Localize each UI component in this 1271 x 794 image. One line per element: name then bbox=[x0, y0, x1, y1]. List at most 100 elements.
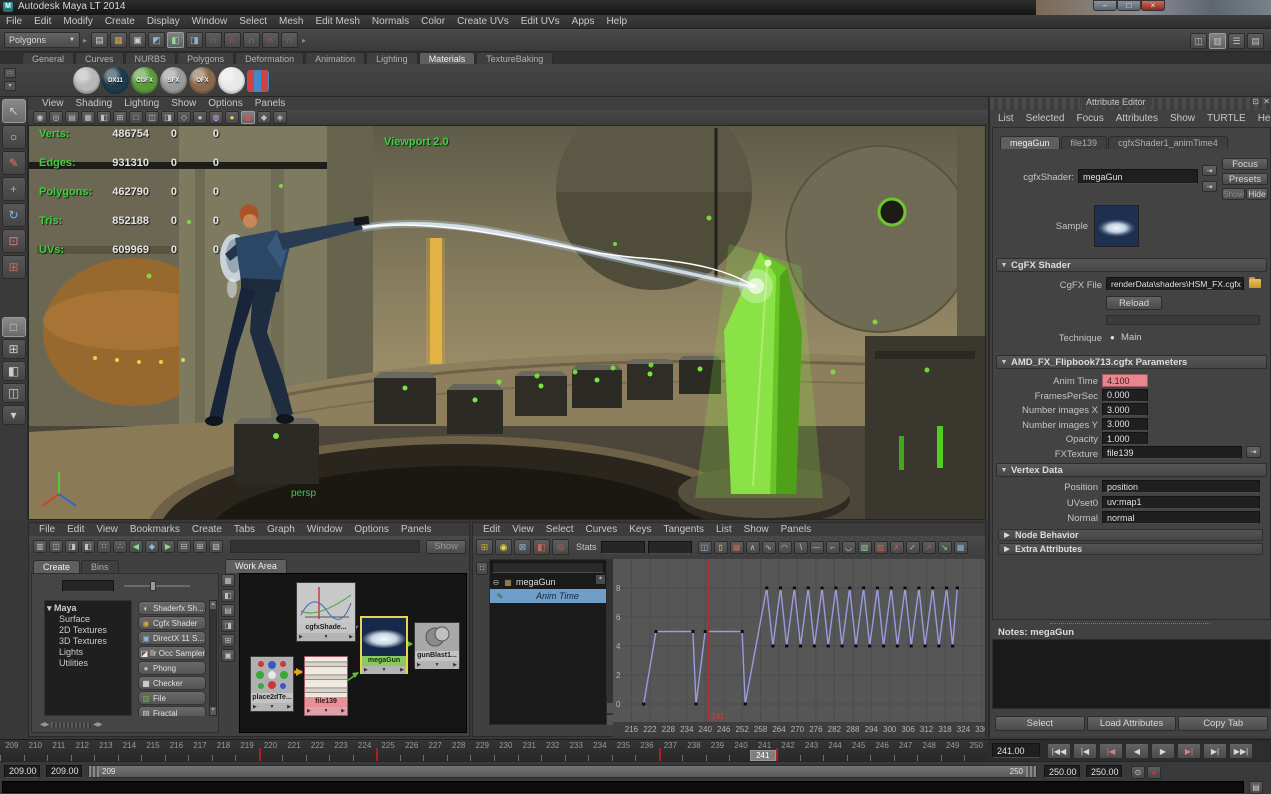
section-cgfx-shader[interactable]: ▼ CgFX Shader bbox=[996, 258, 1267, 272]
standard-material-icon[interactable] bbox=[73, 67, 100, 94]
animation-curve-graph[interactable]: 8 6 4 2 0 216 222 228 234 240 246 252 258 264 270 276 28… bbox=[613, 559, 989, 737]
fxtexture-connection-button[interactable]: ⇥ bbox=[1246, 446, 1261, 458]
range-bar[interactable]: 209 250 bbox=[88, 765, 1037, 778]
frame-cell-228[interactable]: 228 bbox=[446, 740, 471, 762]
menu-main-modify[interactable]: Modify bbox=[57, 15, 98, 28]
clamped-tangents-icon[interactable]: ◠ bbox=[777, 540, 792, 554]
shelf-tab-general[interactable]: General bbox=[22, 51, 75, 65]
isolate-select-icon[interactable]: ▣ bbox=[241, 111, 255, 124]
frame-cell-239[interactable]: 239 bbox=[705, 740, 730, 762]
resolution-gate-icon[interactable]: ◫ bbox=[145, 111, 159, 124]
menu-grapheditor-show[interactable]: Show bbox=[738, 523, 775, 536]
custom-layout-icon[interactable]: ▾ bbox=[1, 405, 26, 425]
position-field[interactable]: position bbox=[1102, 480, 1260, 493]
play-backwards-button[interactable]: ◀ bbox=[1125, 743, 1149, 759]
menu-attredit-turtle[interactable]: TURTLE bbox=[1201, 112, 1252, 125]
plateau-tangents-icon[interactable]: ◡ bbox=[841, 540, 856, 554]
show-utilities-icon[interactable]: ▣ bbox=[221, 649, 235, 662]
insert-keys-tool-icon[interactable]: ◉ bbox=[495, 539, 512, 555]
menu-main-create[interactable]: Create bbox=[99, 15, 141, 28]
show-materials-icon[interactable]: ◨ bbox=[221, 619, 235, 632]
close-icon[interactable]: ✕ bbox=[1263, 97, 1270, 106]
menu-grapheditor-tangents[interactable]: Tangents bbox=[657, 523, 710, 536]
frame-cell-210[interactable]: 210 bbox=[23, 740, 48, 762]
swatches-small-icon[interactable]: ◫ bbox=[49, 540, 63, 553]
sort-alphabetically-icon[interactable]: ∷ bbox=[97, 540, 111, 553]
menu-grapheditor-keys[interactable]: Keys bbox=[623, 523, 657, 536]
lasso-select-tool-icon[interactable]: ○ bbox=[1, 125, 26, 149]
save-scene-icon[interactable]: ▣ bbox=[129, 32, 147, 48]
close-button[interactable]: × bbox=[1141, 0, 1165, 11]
menu-grapheditor-select[interactable]: Select bbox=[540, 523, 580, 536]
textured-mode-icon[interactable]: ◍ bbox=[209, 111, 223, 124]
wireframe-mode-icon[interactable]: ◇ bbox=[177, 111, 191, 124]
create-fractal-button[interactable]: ▨ Fractal bbox=[138, 706, 206, 716]
frame-cell-214[interactable]: 214 bbox=[117, 740, 142, 762]
menu-main-select[interactable]: Select bbox=[233, 15, 273, 28]
frame-cell-238[interactable]: 238 bbox=[682, 740, 706, 762]
create-ilr-occ-sampler-button[interactable]: ◪ Ilr Occ Sampler bbox=[138, 646, 206, 660]
frame-cell-242[interactable]: 242 bbox=[776, 740, 800, 762]
film-gate-icon[interactable]: □ bbox=[129, 111, 143, 124]
hide-button[interactable]: Hide bbox=[1246, 188, 1268, 200]
select-camera-icon[interactable]: ◉ bbox=[33, 111, 47, 124]
stats-frame-field[interactable] bbox=[600, 540, 645, 554]
menu-hypershade-create[interactable]: Create bbox=[186, 523, 228, 536]
menu-main-color[interactable]: Color bbox=[415, 15, 451, 28]
step-tangents-icon[interactable]: ⌐ bbox=[825, 540, 840, 554]
osl-shader-icon[interactable]: OFX bbox=[189, 67, 216, 94]
frame-cell-245[interactable]: 245 bbox=[846, 740, 871, 762]
open-dope-sheet-icon[interactable]: ▦ bbox=[953, 540, 968, 554]
move-tool-icon[interactable]: + bbox=[1, 177, 26, 201]
animation-preferences-icon[interactable]: ⊙ bbox=[1131, 766, 1145, 779]
frame-cell-234[interactable]: 234 bbox=[588, 740, 612, 762]
menu-grapheditor-curves[interactable]: Curves bbox=[580, 523, 624, 536]
tool-settings-toggle-icon[interactable]: ☰ bbox=[1228, 33, 1245, 49]
frame-cell-212[interactable]: 212 bbox=[70, 740, 95, 762]
select-button[interactable]: Select bbox=[995, 715, 1085, 731]
frame-cell-244[interactable]: 244 bbox=[823, 740, 847, 762]
menu-hypershade-options[interactable]: Options bbox=[348, 523, 394, 536]
flat-tangents-icon[interactable]: — bbox=[809, 540, 824, 554]
cgfx-file-field[interactable]: renderData\shaders\HSM_FX.cgfx bbox=[1106, 277, 1244, 291]
group-separator[interactable]: ▸ bbox=[299, 36, 309, 45]
tree-item-2d-textures[interactable]: 2D Textures bbox=[47, 625, 129, 636]
current-frame-marker[interactable]: 241 bbox=[749, 750, 776, 761]
frame-cell-225[interactable]: 225 bbox=[376, 740, 400, 762]
command-input[interactable] bbox=[2, 781, 1244, 793]
attredit-tab-file139[interactable]: file139 bbox=[1060, 136, 1108, 149]
paint-select-tool-icon[interactable]: ✎ bbox=[1, 151, 26, 175]
outliner-filter-icon[interactable]: ∷ bbox=[476, 562, 488, 575]
spline-tangents-icon[interactable]: ∿ bbox=[761, 540, 776, 554]
section-vertex-data[interactable]: ▼ Vertex Data bbox=[996, 463, 1267, 477]
frame-cell-248[interactable]: 248 bbox=[917, 740, 941, 762]
outliner-search-field[interactable] bbox=[492, 562, 604, 573]
snap-to-view-plane-icon[interactable]: ∩ bbox=[262, 32, 280, 48]
frame-cell-221[interactable]: 221 bbox=[282, 740, 306, 762]
range-end-handle[interactable] bbox=[1026, 766, 1036, 777]
copy-tab-button[interactable]: Copy Tab bbox=[1178, 715, 1269, 731]
shaded-mode-icon[interactable]: ● bbox=[193, 111, 207, 124]
hypershade-tab-create[interactable]: Create bbox=[33, 559, 81, 573]
frame-cell-229[interactable]: 229 bbox=[470, 740, 494, 762]
attredit-tab-cgfxshader1-animtime4[interactable]: cgfxShader1_animTime4 bbox=[1108, 136, 1228, 149]
viewport-panel[interactable]: View Shading Lighting Show Options Panels ◉ ◎ ▤… bbox=[28, 97, 988, 520]
node-name-field[interactable]: megaGun bbox=[1078, 169, 1198, 184]
step-back-one-key-button[interactable]: |◀ bbox=[1099, 743, 1123, 759]
swatch-size-slider[interactable] bbox=[124, 581, 190, 591]
lock-camera-icon[interactable]: ◎ bbox=[49, 111, 63, 124]
hypershade-filter-field[interactable] bbox=[230, 540, 420, 553]
channel-box-toggle-icon[interactable]: ▤ bbox=[1247, 33, 1264, 49]
attribute-editor-titlebar[interactable]: Attribute Editor ⊡ ✕ bbox=[990, 97, 1271, 110]
env-sphere-icon[interactable] bbox=[218, 67, 245, 94]
section-extra-attributes[interactable]: ▶ Extra Attributes bbox=[998, 543, 1263, 555]
rearrange-graph-icon[interactable]: ▧ bbox=[209, 540, 223, 553]
shelf-tab-curves[interactable]: Curves bbox=[75, 51, 124, 65]
play-forwards-button[interactable]: ▶ bbox=[1151, 743, 1175, 759]
shelf-tab-lighting[interactable]: Lighting bbox=[366, 51, 418, 65]
menu-hypershade-view[interactable]: View bbox=[90, 523, 124, 536]
graph-output-connections-icon[interactable]: ▶ bbox=[161, 540, 175, 553]
create-search-field[interactable] bbox=[62, 580, 114, 592]
hypershade-tab-bins[interactable]: Bins bbox=[81, 559, 119, 573]
outliner-scroll-up-button[interactable]: ▲ bbox=[596, 575, 605, 584]
